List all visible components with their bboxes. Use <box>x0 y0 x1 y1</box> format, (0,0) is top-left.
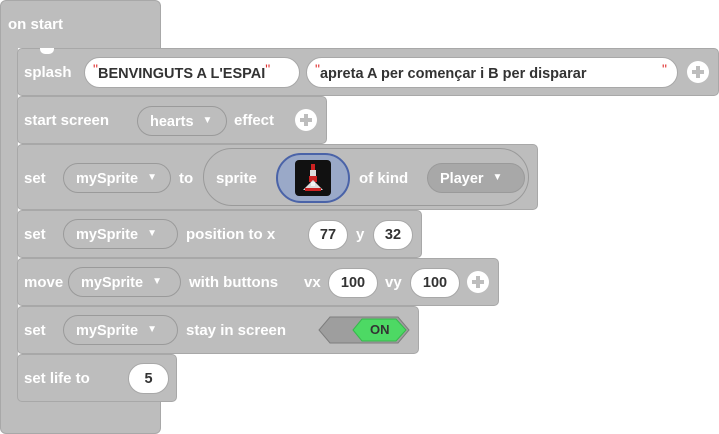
on-start-body-spine <box>0 47 18 399</box>
sprite-image-picker[interactable] <box>276 153 350 203</box>
set-label: set <box>24 170 46 187</box>
caret-down-icon: ▼ <box>147 172 157 184</box>
caret-down-icon: ▼ <box>202 115 213 127</box>
toggle-track-icon <box>318 316 410 344</box>
effect-label: effect <box>234 112 275 129</box>
add-move-arg-icon[interactable] <box>467 271 489 293</box>
sprite-label: sprite <box>216 170 257 187</box>
set-label: set <box>24 226 46 243</box>
vx-label: vx <box>304 274 321 291</box>
vy-label: vy <box>385 274 402 291</box>
on-start-footer <box>0 398 161 434</box>
vy-value-field[interactable]: 100 <box>410 268 460 298</box>
caret-down-icon: ▼ <box>492 172 503 184</box>
block-notch <box>40 48 54 54</box>
stay-in-screen-label: stay in screen <box>186 322 287 339</box>
set-life-label: set life to <box>24 370 90 387</box>
variable-dropdown[interactable]: mySprite ▼ <box>63 163 171 193</box>
on-start-label: on start <box>8 16 64 33</box>
start-screen-label: start screen <box>24 112 110 129</box>
splash-subtitle-field[interactable]: "apreta A per començar i B per disparar … <box>306 57 678 88</box>
vx-value-field[interactable]: 100 <box>328 268 378 298</box>
x-value-field[interactable]: 77 <box>308 220 348 250</box>
set-label: set <box>24 322 46 339</box>
toggle-state-label: ON <box>370 322 390 337</box>
y-value-field[interactable]: 32 <box>373 220 413 250</box>
add-effect-arg-icon[interactable] <box>295 109 317 131</box>
variable-dropdown[interactable]: mySprite ▼ <box>63 219 178 249</box>
splash-title-field[interactable]: "BENVINGUTS A L'ESPAI" <box>84 57 300 88</box>
spaceship-sprite <box>295 160 331 196</box>
kind-dropdown[interactable]: Player ▼ <box>427 163 525 193</box>
move-label: move <box>24 274 64 291</box>
spaceship-icon <box>303 164 323 191</box>
caret-down-icon: ▼ <box>152 276 162 288</box>
variable-dropdown[interactable]: mySprite ▼ <box>63 315 178 345</box>
of-kind-label: of kind <box>359 170 409 187</box>
to-label: to <box>179 170 194 187</box>
splash-label: splash <box>24 64 72 81</box>
caret-down-icon: ▼ <box>147 228 157 240</box>
variable-dropdown[interactable]: mySprite ▼ <box>68 267 181 297</box>
effect-dropdown[interactable]: hearts ▼ <box>137 106 227 136</box>
position-label: position to x <box>186 226 276 243</box>
add-splash-arg-icon[interactable] <box>687 61 709 83</box>
life-value-field[interactable]: 5 <box>128 363 169 394</box>
with-buttons-label: with buttons <box>189 274 279 291</box>
caret-down-icon: ▼ <box>147 324 157 336</box>
stay-toggle[interactable]: ON <box>318 316 410 344</box>
y-label: y <box>356 226 365 243</box>
